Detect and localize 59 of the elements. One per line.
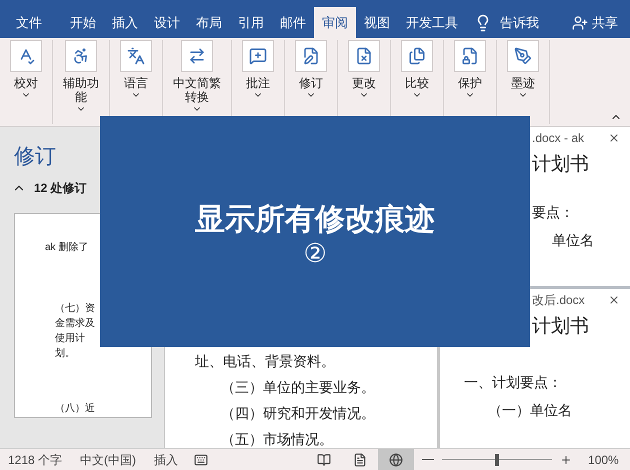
pane-title: 修订 xyxy=(14,144,57,170)
ribbon-button[interactable]: 修订 xyxy=(295,40,327,100)
document-text: （四）研究和开发情况。 xyxy=(220,404,376,423)
card-text: （八）近 xyxy=(55,402,96,416)
document-heading: 计划书 xyxy=(531,153,590,177)
user-add-icon xyxy=(572,14,588,30)
language-status[interactable]: 中文(中国) xyxy=(80,450,136,468)
zoom-slider[interactable] xyxy=(442,454,552,466)
word-count[interactable]: 1218 个字 xyxy=(8,450,62,468)
ribbon-tab[interactable]: 引用 xyxy=(230,7,272,38)
insert-mode[interactable]: 插入 xyxy=(154,450,178,468)
card-text: 划。 xyxy=(55,346,76,362)
ribbon-tab[interactable]: 开发工具 xyxy=(398,7,466,38)
document-text: （三）单位的主要业务。 xyxy=(220,378,376,397)
card-text: 金需求及 xyxy=(55,316,96,331)
card-text: （七）资 xyxy=(55,302,96,316)
document-heading: 计划书 xyxy=(531,315,590,339)
view-button[interactable] xyxy=(378,449,414,470)
close-icon[interactable] xyxy=(608,294,620,306)
document-text: 要点： xyxy=(532,202,575,222)
document-text: （五）市场情况。 xyxy=(220,430,334,448)
ribbon-tab[interactable]: 视图 xyxy=(356,7,398,38)
pane-title: .docx - ak xyxy=(532,130,584,147)
zoom-in-icon[interactable] xyxy=(560,454,572,466)
ribbon-tab[interactable]: 文件 xyxy=(8,7,50,38)
macro-icon[interactable] xyxy=(194,452,208,466)
ribbon-button[interactable]: 比较 xyxy=(401,40,433,100)
document-text: 址、电话、背景资料。 xyxy=(194,352,336,371)
ribbon-tab[interactable]: 审阅 xyxy=(314,7,356,38)
ribbon-tab[interactable]: 邮件 xyxy=(272,7,314,38)
globe-icon xyxy=(389,452,404,466)
document-text: 单位名 xyxy=(551,230,595,250)
card-title: 显示所有修改痕迹 xyxy=(195,202,435,238)
tell-me-label[interactable]: 告诉我 xyxy=(500,12,539,32)
ribbon-tab[interactable]: 插入 xyxy=(104,7,146,38)
document-text: （一）单位名 xyxy=(487,400,573,420)
ribbon-button[interactable]: 更改 xyxy=(348,40,380,100)
ribbon-button[interactable]: 语言 xyxy=(120,40,152,100)
close-icon[interactable] xyxy=(608,132,620,144)
pane-title: 改后.docx xyxy=(532,292,585,309)
zoom-thumb[interactable] xyxy=(495,454,500,466)
ribbon-button[interactable]: 校对 xyxy=(10,40,42,100)
ribbon-tab[interactable]: 布局 xyxy=(188,7,230,38)
ribbon-tab[interactable]: 设计 xyxy=(146,7,188,38)
card-text: ak 删除了 xyxy=(45,240,90,254)
document-text: 一、计划要点： xyxy=(463,372,563,392)
revision-count: 12 处修订 xyxy=(34,180,87,196)
card-number: ② xyxy=(304,238,326,268)
ribbon-button[interactable]: 辅助功 能 xyxy=(63,40,99,114)
ribbon-button[interactable]: 批注 xyxy=(242,40,274,100)
zoom-level[interactable]: 100% xyxy=(588,450,619,468)
ribbon-tab[interactable]: 开始 xyxy=(62,7,104,38)
ribbon-button[interactable]: 保护 xyxy=(454,40,486,100)
ribbon-button[interactable]: 墨迹 xyxy=(507,40,539,100)
ribbon-button[interactable]: 中文简繁 转换 xyxy=(173,40,221,114)
share-button[interactable]: 共享 xyxy=(572,7,618,38)
card-text: 使用计 xyxy=(55,332,86,346)
book-icon xyxy=(317,452,332,466)
document-icon xyxy=(353,452,368,466)
